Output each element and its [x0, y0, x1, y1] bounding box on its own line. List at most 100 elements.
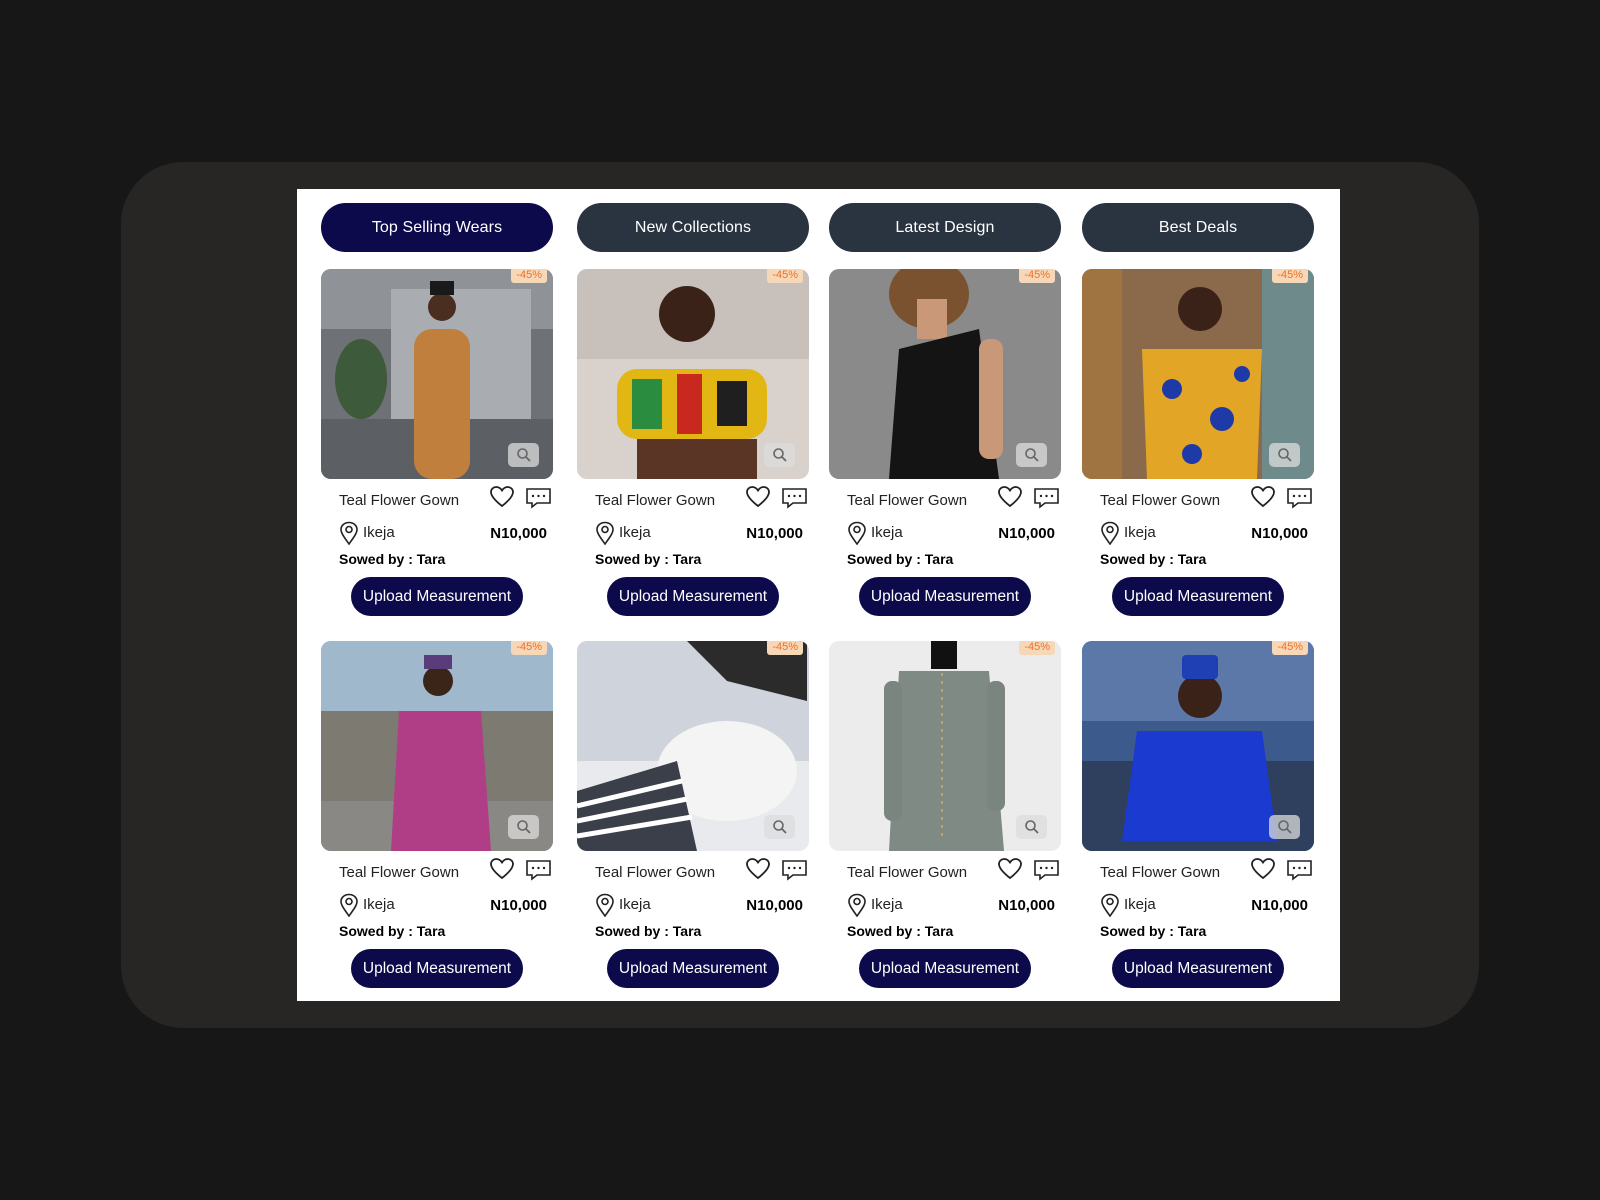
- discount-badge: -45%: [511, 641, 547, 655]
- product-location: Ikeja: [1124, 524, 1156, 541]
- upload-measurement-button[interactable]: Upload Measurement: [351, 577, 523, 616]
- location-pin-icon: [848, 521, 866, 545]
- product-title: Teal Flower Gown: [339, 864, 460, 881]
- product-title: Teal Flower Gown: [595, 492, 716, 509]
- upload-measurement-button[interactable]: Upload Measurement: [607, 949, 779, 988]
- product-image[interactable]: -45%: [321, 269, 553, 479]
- product-location: Ikeja: [619, 896, 651, 913]
- product-tailor: Sowed by : Tara: [595, 551, 702, 567]
- magnifier-icon[interactable]: [764, 815, 795, 839]
- upload-measurement-button[interactable]: Upload Measurement: [1112, 949, 1284, 988]
- product-price: N10,000: [746, 897, 803, 914]
- product-price: N10,000: [490, 525, 547, 542]
- location-pin-icon: [340, 521, 358, 545]
- product-title: Teal Flower Gown: [847, 864, 968, 881]
- product-title: Teal Flower Gown: [1100, 492, 1221, 509]
- heart-icon[interactable]: [997, 857, 1023, 881]
- product-title: Teal Flower Gown: [847, 492, 968, 509]
- chat-icon[interactable]: [1033, 487, 1060, 509]
- product-location: Ikeja: [619, 524, 651, 541]
- product-image[interactable]: -45%: [577, 269, 809, 479]
- product-title: Teal Flower Gown: [595, 864, 716, 881]
- chat-icon[interactable]: [1286, 859, 1313, 881]
- discount-badge: -45%: [511, 269, 547, 283]
- discount-badge: -45%: [1019, 641, 1055, 655]
- product-card[interactable]: -45% Teal Flower Gown Ikeja N10,000 Sowe…: [577, 641, 809, 1001]
- product-image[interactable]: -45%: [577, 641, 809, 851]
- product-location: Ikeja: [1124, 896, 1156, 913]
- heart-icon[interactable]: [489, 857, 515, 881]
- chat-icon[interactable]: [781, 487, 808, 509]
- location-pin-icon: [340, 893, 358, 917]
- product-tailor: Sowed by : Tara: [847, 923, 954, 939]
- tab-best-deals[interactable]: Best Deals: [1082, 203, 1314, 252]
- heart-icon[interactable]: [745, 857, 771, 881]
- heart-icon[interactable]: [745, 485, 771, 509]
- location-pin-icon: [1101, 521, 1119, 545]
- upload-measurement-button[interactable]: Upload Measurement: [607, 577, 779, 616]
- upload-measurement-button[interactable]: Upload Measurement: [859, 577, 1031, 616]
- product-image[interactable]: -45%: [1082, 641, 1314, 851]
- heart-icon[interactable]: [997, 485, 1023, 509]
- upload-measurement-button[interactable]: Upload Measurement: [1112, 577, 1284, 616]
- tab-latest-design[interactable]: Latest Design: [829, 203, 1061, 252]
- product-title: Teal Flower Gown: [1100, 864, 1221, 881]
- heart-icon[interactable]: [1250, 857, 1276, 881]
- upload-measurement-button[interactable]: Upload Measurement: [859, 949, 1031, 988]
- chat-icon[interactable]: [525, 859, 552, 881]
- magnifier-icon[interactable]: [1016, 815, 1047, 839]
- product-image[interactable]: -45%: [1082, 269, 1314, 479]
- product-image[interactable]: -45%: [829, 641, 1061, 851]
- magnifier-icon[interactable]: [508, 443, 539, 467]
- magnifier-icon[interactable]: [764, 443, 795, 467]
- product-card[interactable]: -45% Teal Flower Gown Ikeja N10,000 Sowe…: [1082, 641, 1314, 1001]
- product-price: N10,000: [1251, 525, 1308, 542]
- location-pin-icon: [596, 521, 614, 545]
- product-tailor: Sowed by : Tara: [339, 923, 446, 939]
- chat-icon[interactable]: [781, 859, 808, 881]
- discount-badge: -45%: [767, 269, 803, 283]
- product-card[interactable]: -45% Teal Flower Gown Ikeja N10,000 Sowe…: [829, 641, 1061, 1001]
- product-card[interactable]: -45% Teal Flower Gown Ikeja N10,000 Sowe…: [829, 269, 1061, 629]
- chat-icon[interactable]: [1033, 859, 1060, 881]
- magnifier-icon[interactable]: [1016, 443, 1047, 467]
- location-pin-icon: [848, 893, 866, 917]
- location-pin-icon: [596, 893, 614, 917]
- upload-measurement-button[interactable]: Upload Measurement: [351, 949, 523, 988]
- tab-top-selling-wears[interactable]: Top Selling Wears: [321, 203, 553, 252]
- product-tailor: Sowed by : Tara: [339, 551, 446, 567]
- product-grid-screen: Top Selling Wears -45% Teal Flower Gown …: [297, 189, 1340, 1001]
- discount-badge: -45%: [1019, 269, 1055, 283]
- product-price: N10,000: [998, 897, 1055, 914]
- product-price: N10,000: [746, 525, 803, 542]
- magnifier-icon[interactable]: [1269, 443, 1300, 467]
- magnifier-icon[interactable]: [1269, 815, 1300, 839]
- product-tailor: Sowed by : Tara: [1100, 923, 1207, 939]
- chat-icon[interactable]: [1286, 487, 1313, 509]
- product-card[interactable]: -45% Teal Flower Gown Ikeja N10,000 Sowe…: [1082, 269, 1314, 629]
- location-pin-icon: [1101, 893, 1119, 917]
- product-card[interactable]: -45% Teal Flower Gown Ikeja N10,000 Sowe…: [577, 269, 809, 629]
- discount-badge: -45%: [767, 641, 803, 655]
- product-location: Ikeja: [871, 896, 903, 913]
- magnifier-icon[interactable]: [508, 815, 539, 839]
- product-tailor: Sowed by : Tara: [1100, 551, 1207, 567]
- product-image[interactable]: -45%: [829, 269, 1061, 479]
- product-tailor: Sowed by : Tara: [595, 923, 702, 939]
- product-price: N10,000: [490, 897, 547, 914]
- discount-badge: -45%: [1272, 641, 1308, 655]
- product-card[interactable]: -45% Teal Flower Gown Ikeja N10,000 Sowe…: [321, 641, 553, 1001]
- product-location: Ikeja: [871, 524, 903, 541]
- product-price: N10,000: [1251, 897, 1308, 914]
- product-image[interactable]: -45%: [321, 641, 553, 851]
- discount-badge: -45%: [1272, 269, 1308, 283]
- product-tailor: Sowed by : Tara: [847, 551, 954, 567]
- product-price: N10,000: [998, 525, 1055, 542]
- product-card[interactable]: -45% Teal Flower Gown Ikeja N10,000 Sowe…: [321, 269, 553, 629]
- heart-icon[interactable]: [1250, 485, 1276, 509]
- tab-new-collections[interactable]: New Collections: [577, 203, 809, 252]
- product-title: Teal Flower Gown: [339, 492, 460, 509]
- product-location: Ikeja: [363, 524, 395, 541]
- chat-icon[interactable]: [525, 487, 552, 509]
- heart-icon[interactable]: [489, 485, 515, 509]
